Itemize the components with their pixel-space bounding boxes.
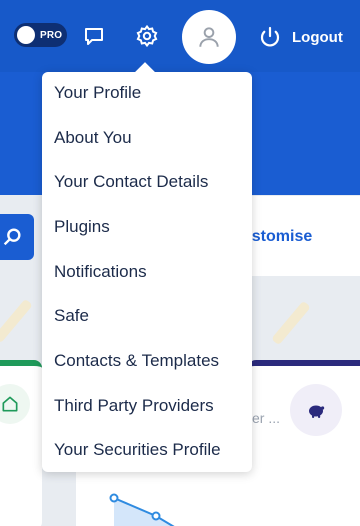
menu-item-securities-profile[interactable]: Your Securities Profile — [54, 440, 221, 460]
menu-item-notifications[interactable]: Notifications — [54, 262, 147, 282]
menu-item-safe[interactable]: Safe — [54, 306, 89, 326]
avatar-button[interactable] — [182, 10, 236, 64]
toggle-knob — [17, 26, 35, 44]
menu-item-third-party-providers[interactable]: Third Party Providers — [54, 396, 214, 416]
power-icon — [260, 26, 280, 47]
search-icon — [3, 228, 21, 246]
menu-item-about-you[interactable]: About You — [54, 128, 132, 148]
menu-item-your-profile[interactable]: Your Profile — [54, 83, 141, 103]
gear-icon[interactable] — [133, 22, 161, 50]
user-icon — [199, 27, 219, 47]
piggy-bank-icon — [290, 384, 342, 436]
menu-item-contact-details[interactable]: Your Contact Details — [54, 172, 208, 192]
search-button[interactable] — [0, 214, 34, 260]
pro-toggle[interactable]: PRO — [14, 23, 67, 47]
pro-badge-label: PRO — [40, 29, 63, 41]
menu-item-plugins[interactable]: Plugins — [54, 217, 110, 237]
profile-dropdown-menu: Your Profile About You Your Contact Deta… — [42, 72, 252, 472]
chat-icon[interactable] — [80, 22, 108, 50]
savings-card[interactable] — [248, 360, 360, 526]
logout-label: Logout — [292, 28, 343, 46]
customise-label[interactable]: ustomise — [242, 228, 312, 246]
logout-button[interactable]: Logout — [258, 22, 343, 52]
card-subtitle: er ... — [252, 410, 281, 426]
menu-item-contacts-templates[interactable]: Contacts & Templates — [54, 351, 219, 371]
